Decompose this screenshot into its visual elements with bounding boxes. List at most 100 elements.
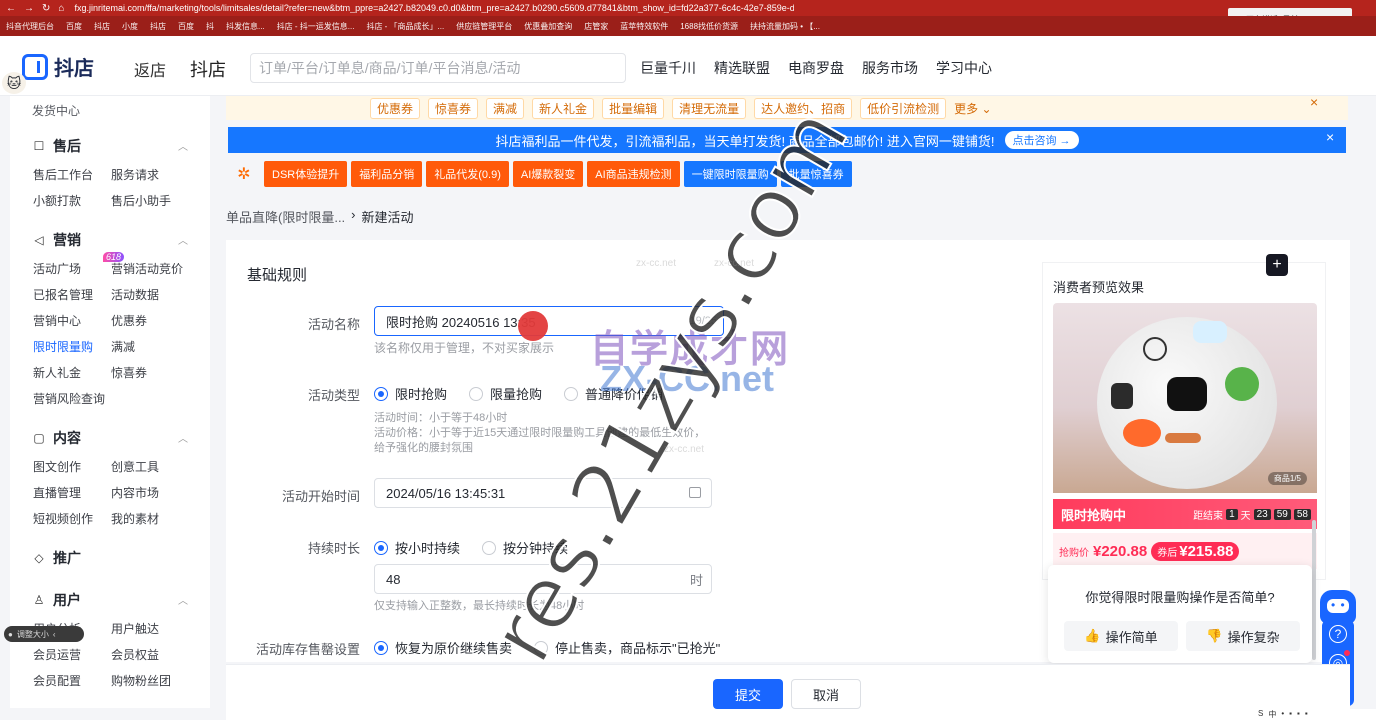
sidebar-item[interactable]: 短视频创作 [33,510,93,527]
sidebar-item[interactable]: 售后小助手 [111,192,171,209]
bookmark-item[interactable]: 抖店 - 抖一运发信息... [277,21,355,32]
tool-button[interactable]: 一键限时限量购 [683,161,777,187]
feedback-easy-button[interactable]: 👍 操作简单 [1064,621,1178,651]
promo-chip[interactable]: 达人邀约、招商 [754,97,853,119]
search-input[interactable]: 订单/平台/订单息/商品/订单/平台消息/活动 [250,53,626,83]
promo-more[interactable]: 更多 ⌄ [954,100,991,117]
banner-close-icon[interactable]: × [1326,129,1334,145]
chevron-up-icon[interactable]: ︿ [178,592,188,607]
tool-button[interactable]: DSR体验提升 [264,161,348,187]
sidebar-item[interactable]: 服务请求 [111,166,159,183]
sidebar-section-2[interactable]: ▢ 内容 [32,428,81,448]
cancel-button[interactable]: 取消 [791,679,861,709]
tool-button[interactable]: AI商品违规检测 [587,161,680,187]
bookmark-item[interactable]: 扶持流量加码 • 【... [750,21,820,32]
sidebar-item[interactable]: 小额打款 [33,192,81,209]
home-icon[interactable]: ⌂ [58,3,64,14]
sidebar-item[interactable]: 活动广场 618 [33,252,125,277]
sidebar-item[interactable]: 购物粉丝团 [111,672,171,689]
sidebar-item[interactable]: 限时限量购 [33,338,93,355]
start-time-picker[interactable]: 2024/05/16 13:45:31 [374,478,712,508]
sidebar-section-4[interactable]: ♙ 用户 [32,590,81,610]
back-arrow-icon[interactable]: ← [6,3,16,14]
chevron-up-icon[interactable]: ︿ [178,430,188,445]
sidebar-item[interactable]: 创意工具 [111,458,159,475]
sidebar-item[interactable]: 新人礼金 [33,364,81,381]
tool-button[interactable]: AI爆款裂变 [512,161,584,187]
sidebar-item-prev[interactable]: 发货中心 [32,102,80,119]
sidebar-item[interactable]: 会员运营 [33,646,81,663]
bookmark-item[interactable]: 供应链管理平台 [456,21,512,32]
sidebar-item[interactable]: 活动数据 [111,286,159,303]
sidebar-item[interactable]: 营销活动竞价 [111,260,183,277]
promo-chip[interactable]: 清理无流量 [672,97,747,119]
help-icon[interactable]: ? [1329,625,1347,644]
forward-arrow-icon[interactable]: → [24,3,34,14]
duration-input[interactable]: 48 时 [374,564,712,594]
tool-button[interactable]: 福利品分销 [351,161,423,187]
back-to-store-button[interactable]: 返店 [134,57,166,81]
sidebar-item[interactable]: 我的素材 [111,510,159,527]
chevron-up-icon[interactable]: ︿ [178,232,188,247]
promo-chip[interactable]: 低价引流检测 [860,97,947,119]
sidebar-item[interactable]: 会员权益 [111,646,159,663]
bookmark-item[interactable]: 抖音代理后台 [6,21,54,32]
address-bar[interactable]: fxg.jinritemai.com/ffa/marketing/tools/l… [74,3,794,13]
promo-chip[interactable]: 满减 [486,97,525,119]
sidebar-item[interactable]: 营销中心 [33,312,81,329]
tool-button[interactable]: 批量惊喜券 [780,161,852,187]
breadcrumb-parent[interactable]: 单品直降(限时限量... [226,207,345,226]
bookmark-item[interactable]: 1688找低价货源 [680,21,738,32]
top-nav-item[interactable]: 精选联盟 [714,58,770,78]
promo-chip[interactable]: 新人礼金 [532,97,595,119]
feedback-hard-button[interactable]: 👎 操作复杂 [1186,621,1300,651]
sidebar-item[interactable]: 用户触达 [111,620,159,637]
duration-option-hours[interactable]: 按小时持续 [374,538,460,557]
consult-button[interactable]: 点击咨询 → [1004,131,1079,149]
plus-icon[interactable]: + [1266,254,1288,276]
top-nav-item[interactable]: 电商罗盘 [788,58,844,78]
sidebar-section-0[interactable]: ☐ 售后 [32,136,81,156]
sidebar-section-3[interactable]: ◇ 推广 [32,548,81,568]
sidebar-item[interactable]: 直播管理 [33,484,81,501]
promo-chip[interactable]: 优惠券 [370,97,421,119]
stock-option-restore[interactable]: 恢复为原价继续售卖 [374,638,512,657]
sidebar-item[interactable]: 图文创作 [33,458,81,475]
bookmark-item[interactable]: 抖发信息... [226,21,265,32]
bookmark-item[interactable]: 抖 [206,21,214,32]
mascot-icon[interactable]: 🐱 [2,72,26,94]
promo-chip[interactable]: 惊喜券 [428,97,479,119]
type-option-discount[interactable]: 普通降价促销 [564,384,663,403]
bookmark-item[interactable]: 百度 [178,21,194,32]
bookmark-item[interactable]: 抖店 [150,21,166,32]
sidebar-item[interactable]: 惊喜券 [111,364,147,381]
bookmark-item[interactable]: 店管家 [584,21,608,32]
type-option-flash[interactable]: 限时抢购 [374,384,447,403]
sidebar-item[interactable]: 已报名管理 [33,286,93,303]
stock-option-stop[interactable]: 停止售卖，商品标示"已抢光" [534,638,720,657]
sidebar-section-1[interactable]: ◁ 营销 [32,230,81,250]
resize-pill[interactable]: ● 调整大小 ‹ [4,626,84,642]
sidebar-item[interactable]: 营销风险查询 [33,390,105,407]
promo-close-icon[interactable]: × [1310,94,1318,110]
sidebar-item[interactable]: 会员配置 [33,672,81,689]
bookmark-item[interactable]: 优惠叠加查询 [524,21,572,32]
top-nav-item[interactable]: 学习中心 [936,58,992,78]
scrollbar[interactable] [1312,520,1316,660]
sidebar-item[interactable]: 满减 [111,338,135,355]
ad-banner[interactable]: 抖店福利品一件代发，引流福利品，当天单打发货! 商品全部包邮价! 进入官网一键铺… [228,127,1346,153]
submit-button[interactable]: 提交 [713,679,783,709]
bookmark-item[interactable]: 抖店 [94,21,110,32]
chevron-up-icon[interactable]: ︿ [178,138,188,153]
tool-button[interactable]: 礼品代发(0.9) [426,161,509,187]
sidebar-item[interactable]: 内容市场 [111,484,159,501]
bookmark-item[interactable]: 小度 [122,21,138,32]
doudian-logo[interactable]: 抖店 [22,52,94,81]
assistant-robot-icon[interactable] [1320,590,1356,624]
bookmark-item[interactable]: 百度 [66,21,82,32]
type-option-limited[interactable]: 限量抢购 [469,384,542,403]
top-nav-item[interactable]: 服务市场 [862,58,918,78]
duration-option-minutes[interactable]: 按分钟持续 [482,538,568,557]
bookmark-item[interactable]: 抖店 - 「商品成长」... [366,21,444,32]
top-nav-item[interactable]: 巨量千川 [640,58,696,78]
